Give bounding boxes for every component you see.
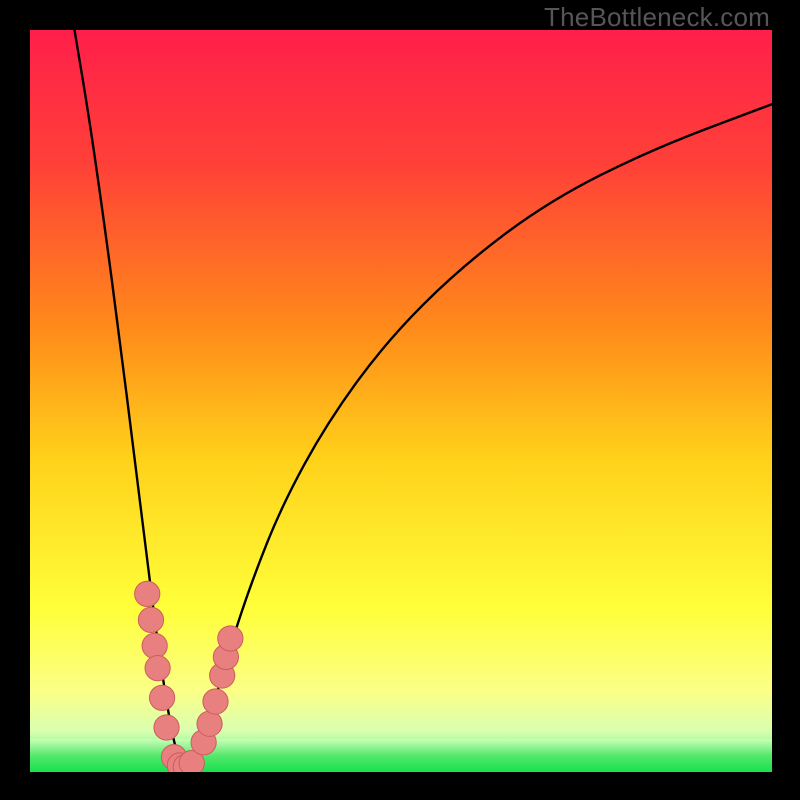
chart-stage: TheBottleneck.com (0, 0, 800, 800)
data-marker (135, 581, 160, 606)
data-marker (138, 607, 163, 632)
data-marker (142, 633, 167, 658)
watermark-text: TheBottleneck.com (544, 2, 770, 33)
data-marker (218, 626, 243, 651)
data-marker (154, 715, 179, 740)
plot-area (30, 30, 772, 772)
data-marker (149, 685, 174, 710)
bottleneck-curve (75, 30, 772, 767)
data-marker (197, 711, 222, 736)
data-marker (145, 656, 170, 681)
data-marker (203, 689, 228, 714)
curve-layer (30, 30, 772, 772)
